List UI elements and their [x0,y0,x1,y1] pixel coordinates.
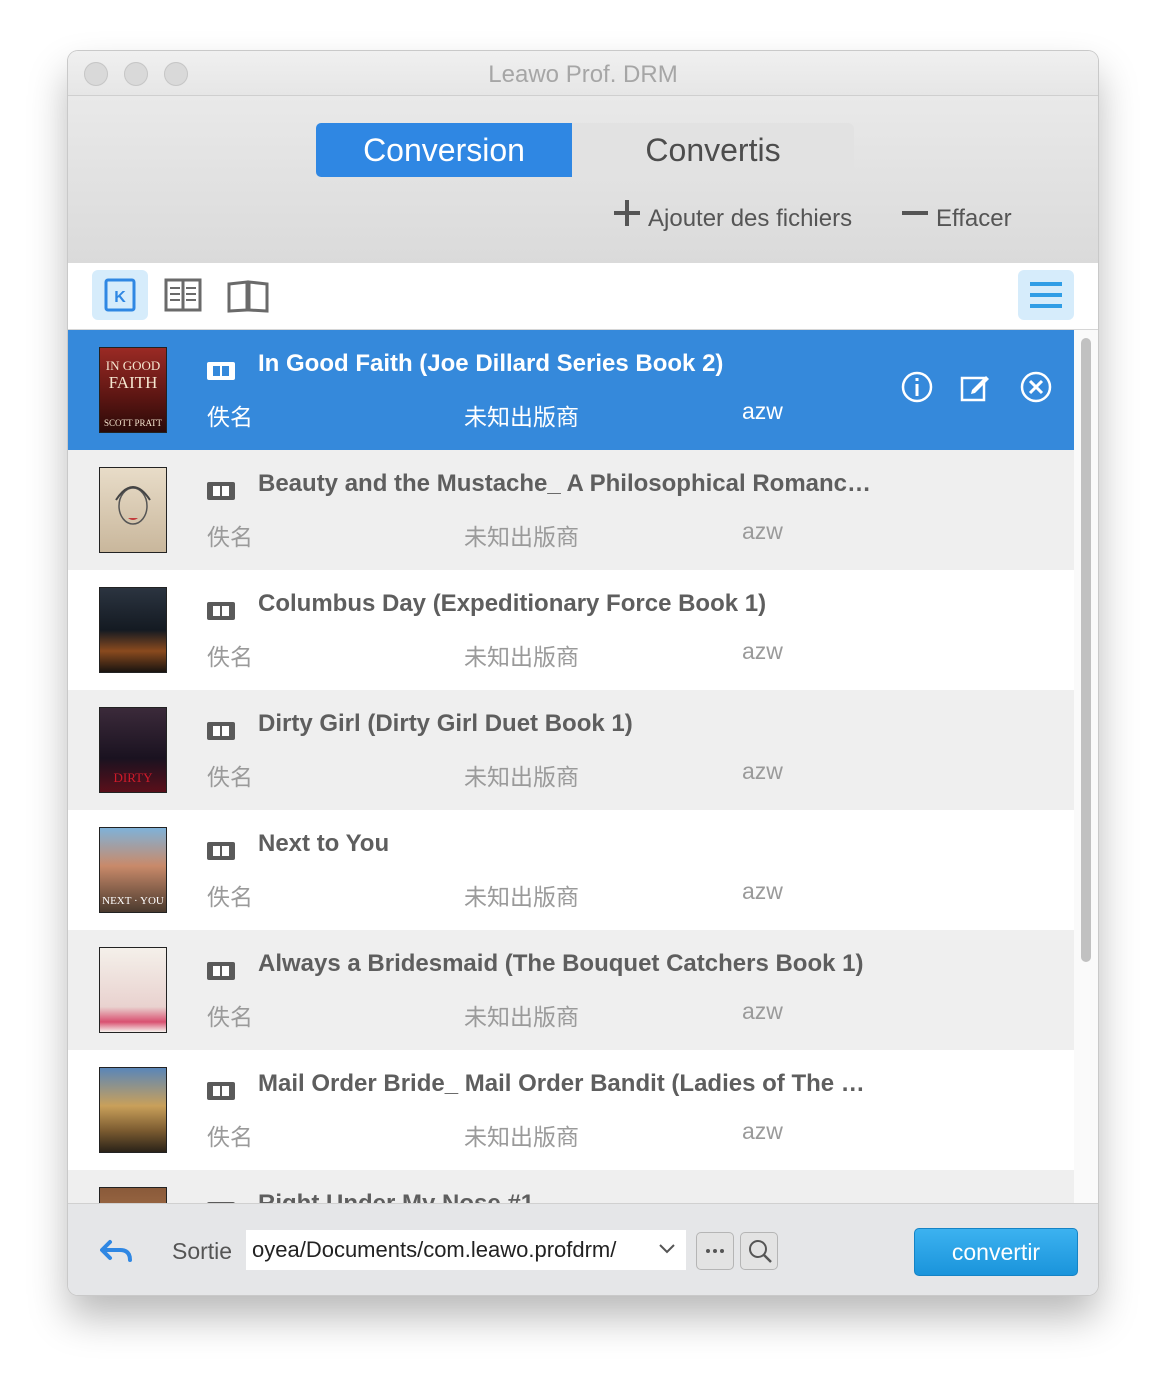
add-files-label: Ajouter des fichiers [648,204,853,232]
book-publisher: 未知出版商 [464,404,579,430]
clear-label: Effacer [936,204,1012,232]
book-publisher: 未知出版商 [464,1124,579,1150]
remove-icon[interactable] [1019,370,1053,409]
svg-text:NEXT · YOU: NEXT · YOU [102,895,164,907]
app-window: Leawo Prof. DRM Conversion Convertis Ajo… [68,51,1098,1295]
book-publisher: 未知出版商 [464,644,579,670]
browse-button[interactable] [696,1232,734,1270]
book-title: Next to You [258,830,390,857]
clear-button[interactable]: Effacer [900,198,1012,238]
book-row[interactable]: IN GOOD FAITH SCOTT PRATT In Good Faith (J… [68,330,1074,450]
book-format: azw [742,1118,783,1144]
book-format: azw [742,518,783,544]
back-arrow-icon[interactable] [100,1236,134,1271]
book-author: 佚名 [207,884,253,910]
book-cover [99,1067,167,1153]
tab-conversion[interactable]: Conversion [316,123,572,177]
svg-text:IN GOOD: IN GOOD [106,358,161,373]
book-row[interactable]: Mail Order Bride_ Mail Order Bandit (Lad… [68,1050,1074,1170]
book-format-icon [207,722,235,740]
book-row[interactable]: Always a Bridesmaid (The Bouquet Catcher… [68,930,1074,1050]
book-format-icon [207,842,235,860]
edit-icon[interactable] [958,370,992,409]
svg-text:K: K [114,289,126,306]
book-format: azw [742,758,783,784]
book-format-icon [207,1082,235,1100]
book-row[interactable]: DIRTY Dirty Girl (Dirty Girl Duet Book 1… [68,690,1074,810]
tab-converted[interactable]: Convertis [572,123,854,177]
chevron-down-icon[interactable] [658,1242,676,1261]
book-publisher: 未知出版商 [464,764,579,790]
window-title: Leawo Prof. DRM [488,61,678,88]
book-cover [99,587,167,673]
search-icon [749,1240,772,1263]
book-view-button[interactable] [220,270,276,320]
book-author: 佚名 [207,1004,253,1030]
book-title: Dirty Girl (Dirty Girl Duet Book 1) [258,710,633,737]
book-title: Columbus Day (Expeditionary Force Book 1… [258,590,767,617]
book-cover [99,1187,167,1203]
book-author: 佚名 [207,764,253,790]
minus-icon [900,198,930,241]
book-format: azw [742,638,783,664]
document-view-button[interactable] [156,270,212,320]
book-publisher: 未知出版商 [464,884,579,910]
convert-button[interactable]: convertir [914,1228,1078,1276]
book-title: Mail Order Bride_ Mail Order Bandit (Lad… [258,1070,878,1097]
book-format-icon [207,482,235,500]
svg-text:SCOTT PRATT: SCOTT PRATT [104,418,163,428]
open-book-icon [227,280,269,313]
book-title: Right Under My Nose #1 [258,1190,878,1203]
book-format: azw [742,878,783,904]
book-cover [99,947,167,1033]
more-dots-icon [706,1249,724,1253]
output-label: Sortie [172,1238,233,1264]
kindle-view-button[interactable]: K [92,270,148,320]
book-publisher: 未知出版商 [464,524,579,550]
book-format-icon [207,962,235,980]
book-row[interactable]: Columbus Day (Expeditionary Force Book 1… [68,570,1074,690]
book-title: In Good Faith (Joe Dillard Series Book 2… [258,350,724,377]
add-files-button[interactable]: Ajouter des fichiers [612,198,852,238]
title-bar: Leawo Prof. DRM [68,51,1098,96]
list-scrollbar[interactable] [1074,330,1098,1203]
book-publisher: 未知出版商 [464,1004,579,1030]
book-row[interactable]: Right Under My Nose #1 [68,1170,1074,1203]
mode-switch: Conversion Convertis [316,123,854,177]
book-row[interactable]: NEXT · YOU Next to You 佚名 未知出版商 azw [68,810,1074,930]
book-cover: DIRTY [99,707,167,793]
svg-text:FAITH: FAITH [109,373,158,392]
book-format: azw [742,398,783,424]
document-icon [164,278,202,312]
book-author: 佚名 [207,404,253,430]
svg-text:DIRTY: DIRTY [114,770,154,785]
book-author: 佚名 [207,524,253,550]
open-folder-button[interactable] [740,1232,778,1270]
info-icon[interactable] [900,370,934,409]
view-toolbar: K [68,263,1098,330]
book-format: azw [742,998,783,1024]
output-path-select[interactable]: oyea/Documents/com.leawo.profdrm/ [246,1230,686,1270]
book-cover: IN GOOD FAITH SCOTT PRATT [99,347,167,433]
book-list: IN GOOD FAITH SCOTT PRATT In Good Faith (J… [68,330,1074,1203]
book-cover: NEXT · YOU [99,827,167,913]
book-author: 佚名 [207,1124,253,1150]
footer-bar: Sortie oyea/Documents/com.leawo.profdrm/… [68,1203,1098,1295]
kindle-icon: K [104,278,136,312]
output-path-value: oyea/Documents/com.leawo.profdrm/ [252,1237,617,1262]
plus-icon [612,198,642,241]
menu-button[interactable] [1018,270,1074,320]
book-author: 佚名 [207,644,253,670]
hamburger-menu-icon [1030,282,1062,308]
book-row[interactable]: Beauty and the Mustache_ A Philosophical… [68,450,1074,570]
book-title: Beauty and the Mustache_ A Philosophical… [258,470,878,497]
book-cover [99,467,167,553]
scrollbar-thumb[interactable] [1081,338,1091,962]
book-title: Always a Bridesmaid (The Bouquet Catcher… [258,950,864,977]
book-format-icon [207,362,235,380]
book-format-icon [207,602,235,620]
